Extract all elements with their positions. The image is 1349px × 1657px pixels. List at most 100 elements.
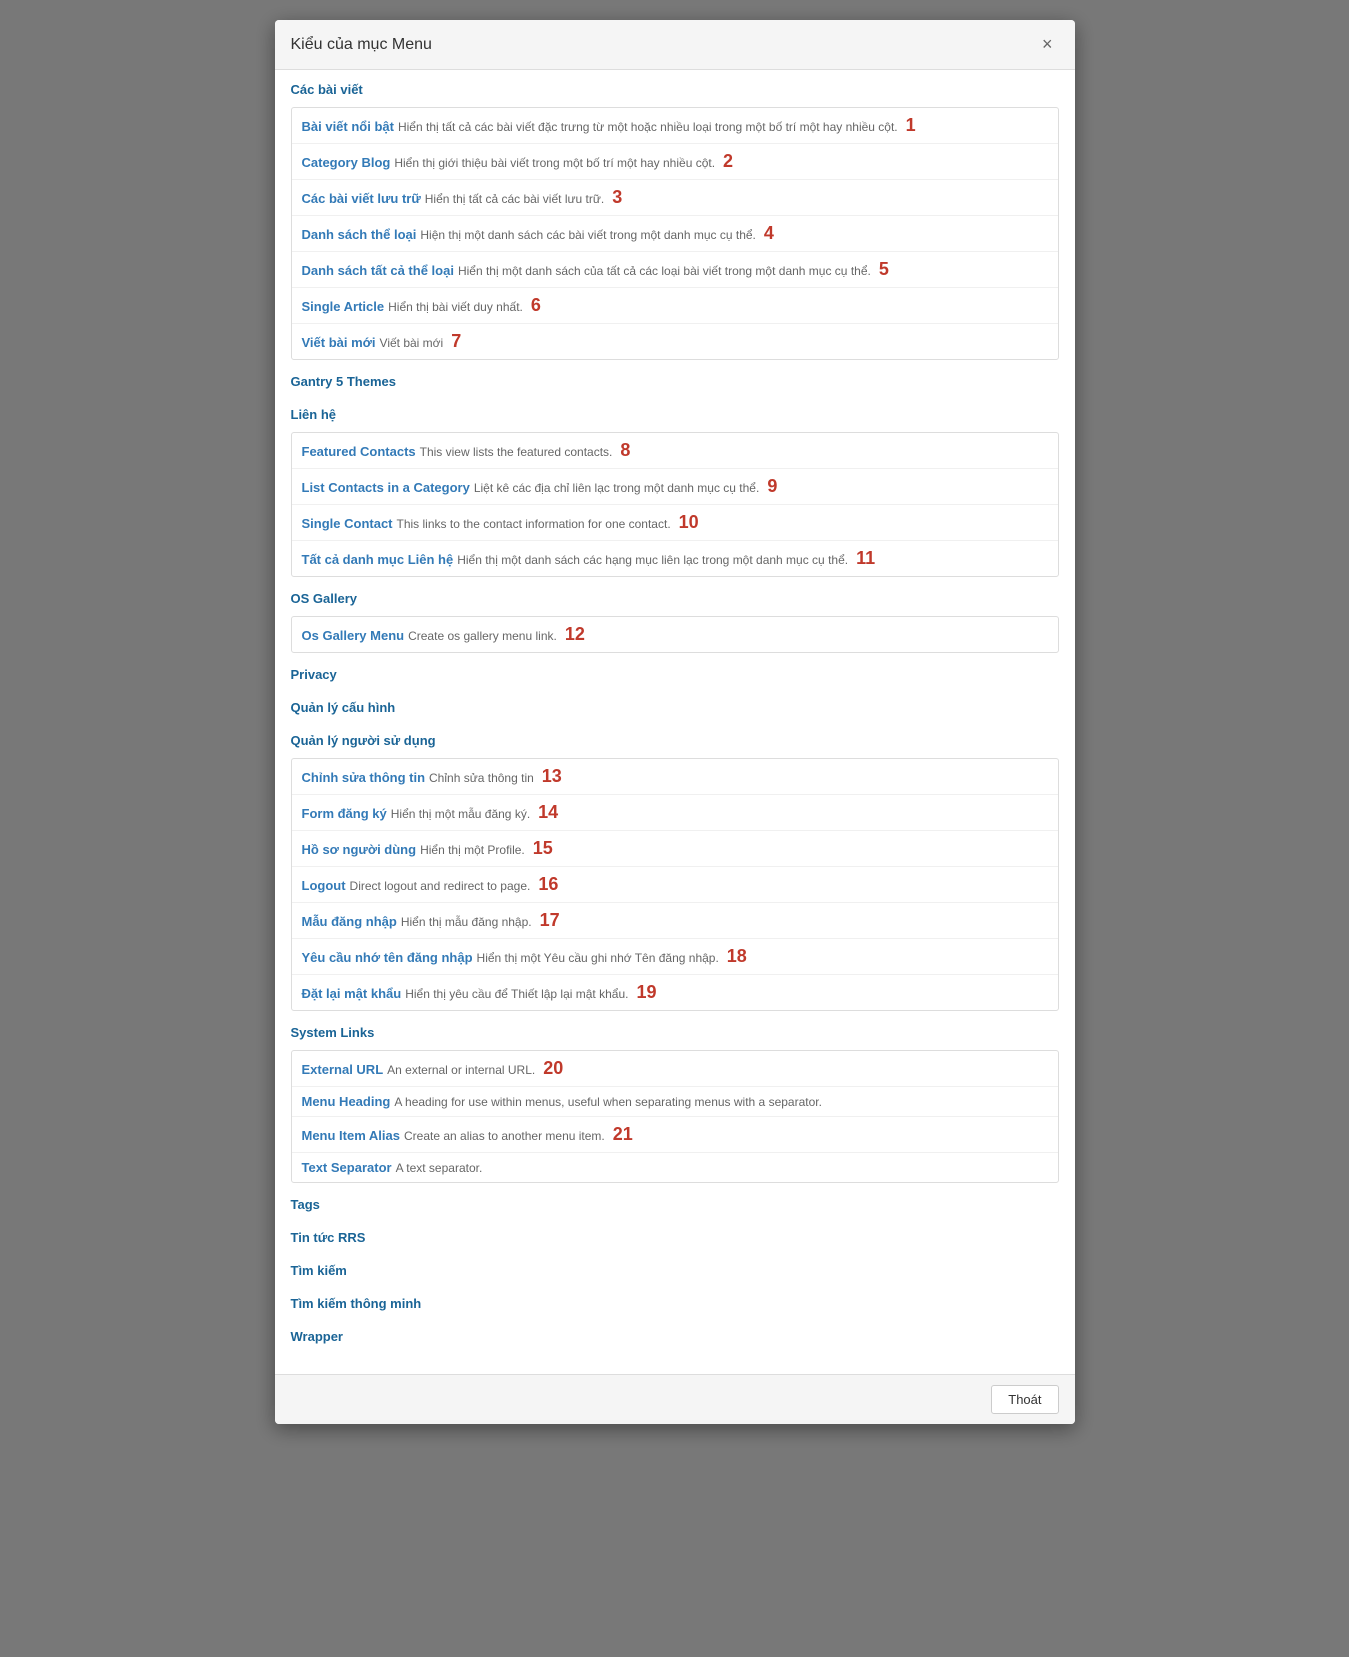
section-title-system-links: System Links <box>291 1025 1059 1044</box>
item-desc: Direct logout and redirect to page. <box>350 879 531 893</box>
menu-item[interactable]: Form đăng kýHiển thị một mẫu đăng ký.14 <box>292 795 1058 831</box>
menu-item[interactable]: Featured ContactsThis view lists the fea… <box>292 433 1058 469</box>
section-title-tim-kiem-thong-minh: Tìm kiếm thông minh <box>291 1296 1059 1315</box>
item-number: 16 <box>538 874 558 895</box>
menu-item[interactable]: Text Separator A text separator. <box>292 1153 1058 1182</box>
section-gantry: Gantry 5 Themes <box>291 374 1059 393</box>
item-number: 3 <box>612 187 622 208</box>
item-title: List Contacts in a Category <box>302 480 470 495</box>
item-number: 7 <box>451 331 461 352</box>
section-box-bai-viet: Bài viết nổi bật Hiển thị tất cả các bài … <box>291 107 1059 360</box>
section-title-tags: Tags <box>291 1197 1059 1216</box>
item-title: Text Separator <box>302 1160 392 1175</box>
menu-item[interactable]: Logout Direct logout and redirect to page… <box>292 867 1058 903</box>
menu-item[interactable]: Single Contact This links to the contact … <box>292 505 1058 541</box>
footer-close-button[interactable]: Thoát <box>991 1385 1058 1414</box>
item-title: Danh sách tất cả thể loại <box>302 263 454 278</box>
item-desc: Viết bài mới <box>380 336 444 350</box>
item-title: Tất cả danh mục Liên hệ <box>302 552 454 567</box>
section-box-quan-ly-nguoi-dung: Chỉnh sửa thông tinChỉnh sửa thông tin13… <box>291 758 1059 1011</box>
item-desc: An external or internal URL. <box>387 1063 535 1077</box>
menu-item[interactable]: Mẫu đăng nhập Hiển thị mẫu đăng nhập. 17 <box>292 903 1058 939</box>
item-number: 5 <box>879 259 889 280</box>
item-number: 10 <box>679 512 699 533</box>
item-title: External URL <box>302 1062 384 1077</box>
item-desc: Hiện thị một danh sách các bài viết tron… <box>420 228 756 242</box>
item-desc: This view lists the featured contacts. <box>420 445 613 459</box>
section-title-tim-kiem: Tìm kiếm <box>291 1263 1059 1282</box>
item-number: 9 <box>767 476 777 497</box>
section-title-lien-he: Liên hệ <box>291 407 1059 426</box>
item-number: 21 <box>613 1124 633 1145</box>
item-desc: This links to the contact information fo… <box>397 517 671 531</box>
modal-body: Các bài viếtBài viết nổi bậtHiển thị tất… <box>275 70 1075 1374</box>
section-box-os-gallery: Os Gallery MenuCreate os gallery menu li… <box>291 616 1059 653</box>
item-title: Os Gallery Menu <box>302 628 405 643</box>
section-title-quan-ly-nguoi-dung: Quản lý người sử dụng <box>291 733 1059 752</box>
item-number: 12 <box>565 624 585 645</box>
item-desc: Hiển thị yêu cầu để Thiết lập lại mật kh… <box>405 987 628 1001</box>
item-title: Bài viết nổi bật <box>302 119 394 134</box>
item-number: 1 <box>906 115 916 136</box>
modal-dialog: Kiểu của mục Menu × Các bài viếtBài viết… <box>275 20 1075 1424</box>
menu-item[interactable]: Tất cả danh mục Liên hệHiển thị một danh… <box>292 541 1058 576</box>
menu-item[interactable]: Các bài viết lưu trữ Hiển thị tất cả các … <box>292 180 1058 216</box>
item-desc: Hiển thị mẫu đăng nhập. <box>401 915 532 929</box>
section-title-os-gallery: OS Gallery <box>291 591 1059 610</box>
section-wrapper: Wrapper <box>291 1329 1059 1348</box>
item-number: 4 <box>764 223 774 244</box>
item-title: Mẫu đăng nhập <box>302 914 397 929</box>
section-tim-kiem: Tìm kiếm <box>291 1263 1059 1282</box>
section-bai-viet: Các bài viếtBài viết nổi bậtHiển thị tất… <box>291 82 1059 360</box>
item-title: Menu Item Alias <box>302 1128 400 1143</box>
modal-close-button[interactable]: × <box>1036 32 1059 57</box>
item-desc: Hiển thị tất cả các bài viết lưu trữ. <box>425 192 604 206</box>
menu-item[interactable]: Danh sách thể loạiHiện thị một danh sách… <box>292 216 1058 252</box>
menu-item[interactable]: Đặt lại mật khẩuHiển thị yêu cầu để Thiế… <box>292 975 1058 1010</box>
menu-item[interactable]: Menu Item AliasCreate an alias to anothe… <box>292 1117 1058 1153</box>
section-title-tin-tuc-rrs: Tin tức RRS <box>291 1230 1059 1249</box>
item-title: Các bài viết lưu trữ <box>302 191 421 206</box>
section-lien-he: Liên hệ Featured ContactsThis view lists … <box>291 407 1059 577</box>
section-quan-ly-cau-hinh: Quản lý cấu hình <box>291 700 1059 719</box>
item-desc: Hiển thị giới thiệu bài viết trong một b… <box>394 156 715 170</box>
item-number: 18 <box>727 946 747 967</box>
modal-header: Kiểu của mục Menu × <box>275 20 1075 70</box>
menu-item[interactable]: Category BlogHiển thị giới thiệu bài viế… <box>292 144 1058 180</box>
item-title: Đặt lại mật khẩu <box>302 986 402 1001</box>
menu-item[interactable]: List Contacts in a CategoryLiệt kê các đ… <box>292 469 1058 505</box>
item-desc: A text separator. <box>396 1161 483 1175</box>
menu-item[interactable]: Danh sách tất cả thể loại Hiển thị một da… <box>292 252 1058 288</box>
section-title-gantry: Gantry 5 Themes <box>291 374 1059 393</box>
section-os-gallery: OS Gallery Os Gallery MenuCreate os galle… <box>291 591 1059 653</box>
section-tin-tuc-rrs: Tin tức RRS <box>291 1230 1059 1249</box>
menu-item[interactable]: Bài viết nổi bật Hiển thị tất cả các bài … <box>292 108 1058 144</box>
menu-item[interactable]: Single ArticleHiển thị bài viết duy nhất… <box>292 288 1058 324</box>
item-desc: Hiển thị tất cả các bài viết đặc trưng t… <box>398 120 898 134</box>
item-desc: Create os gallery menu link. <box>408 629 557 643</box>
menu-item[interactable]: Chỉnh sửa thông tinChỉnh sửa thông tin13 <box>292 759 1058 795</box>
item-desc: Hiển thị bài viết duy nhất. <box>388 300 523 314</box>
item-title: Single Article <box>302 299 385 314</box>
menu-item[interactable]: Menu HeadingA heading for use within men… <box>292 1087 1058 1117</box>
menu-item[interactable]: Yêu cầu nhớ tên đăng nhậpHiển thị một Yê… <box>292 939 1058 975</box>
section-box-system-links: External URLAn external or internal URL.… <box>291 1050 1059 1183</box>
item-title: Viết bài mới <box>302 335 376 350</box>
menu-item[interactable]: Viết bài mới Viết bài mới 7 <box>292 324 1058 359</box>
menu-item[interactable]: External URLAn external or internal URL.… <box>292 1051 1058 1087</box>
item-number: 17 <box>540 910 560 931</box>
menu-item[interactable]: Os Gallery MenuCreate os gallery menu li… <box>292 617 1058 652</box>
item-desc: Hiển thị một danh sách của tất cả các lo… <box>458 264 871 278</box>
item-number: 13 <box>542 766 562 787</box>
item-title: Chỉnh sửa thông tin <box>302 770 426 785</box>
menu-item[interactable]: Hồ sơ người dùngHiển thị một Profile.15 <box>292 831 1058 867</box>
item-number: 8 <box>620 440 630 461</box>
item-title: Logout <box>302 878 346 893</box>
section-tim-kiem-thong-minh: Tìm kiếm thông minh <box>291 1296 1059 1315</box>
item-title: Single Contact <box>302 516 393 531</box>
section-title-privacy: Privacy <box>291 667 1059 686</box>
item-desc: A heading for use within menus, useful w… <box>394 1095 822 1109</box>
item-number: 14 <box>538 802 558 823</box>
item-number: 11 <box>856 548 875 569</box>
item-desc: Hiển thị một Profile. <box>420 843 525 857</box>
